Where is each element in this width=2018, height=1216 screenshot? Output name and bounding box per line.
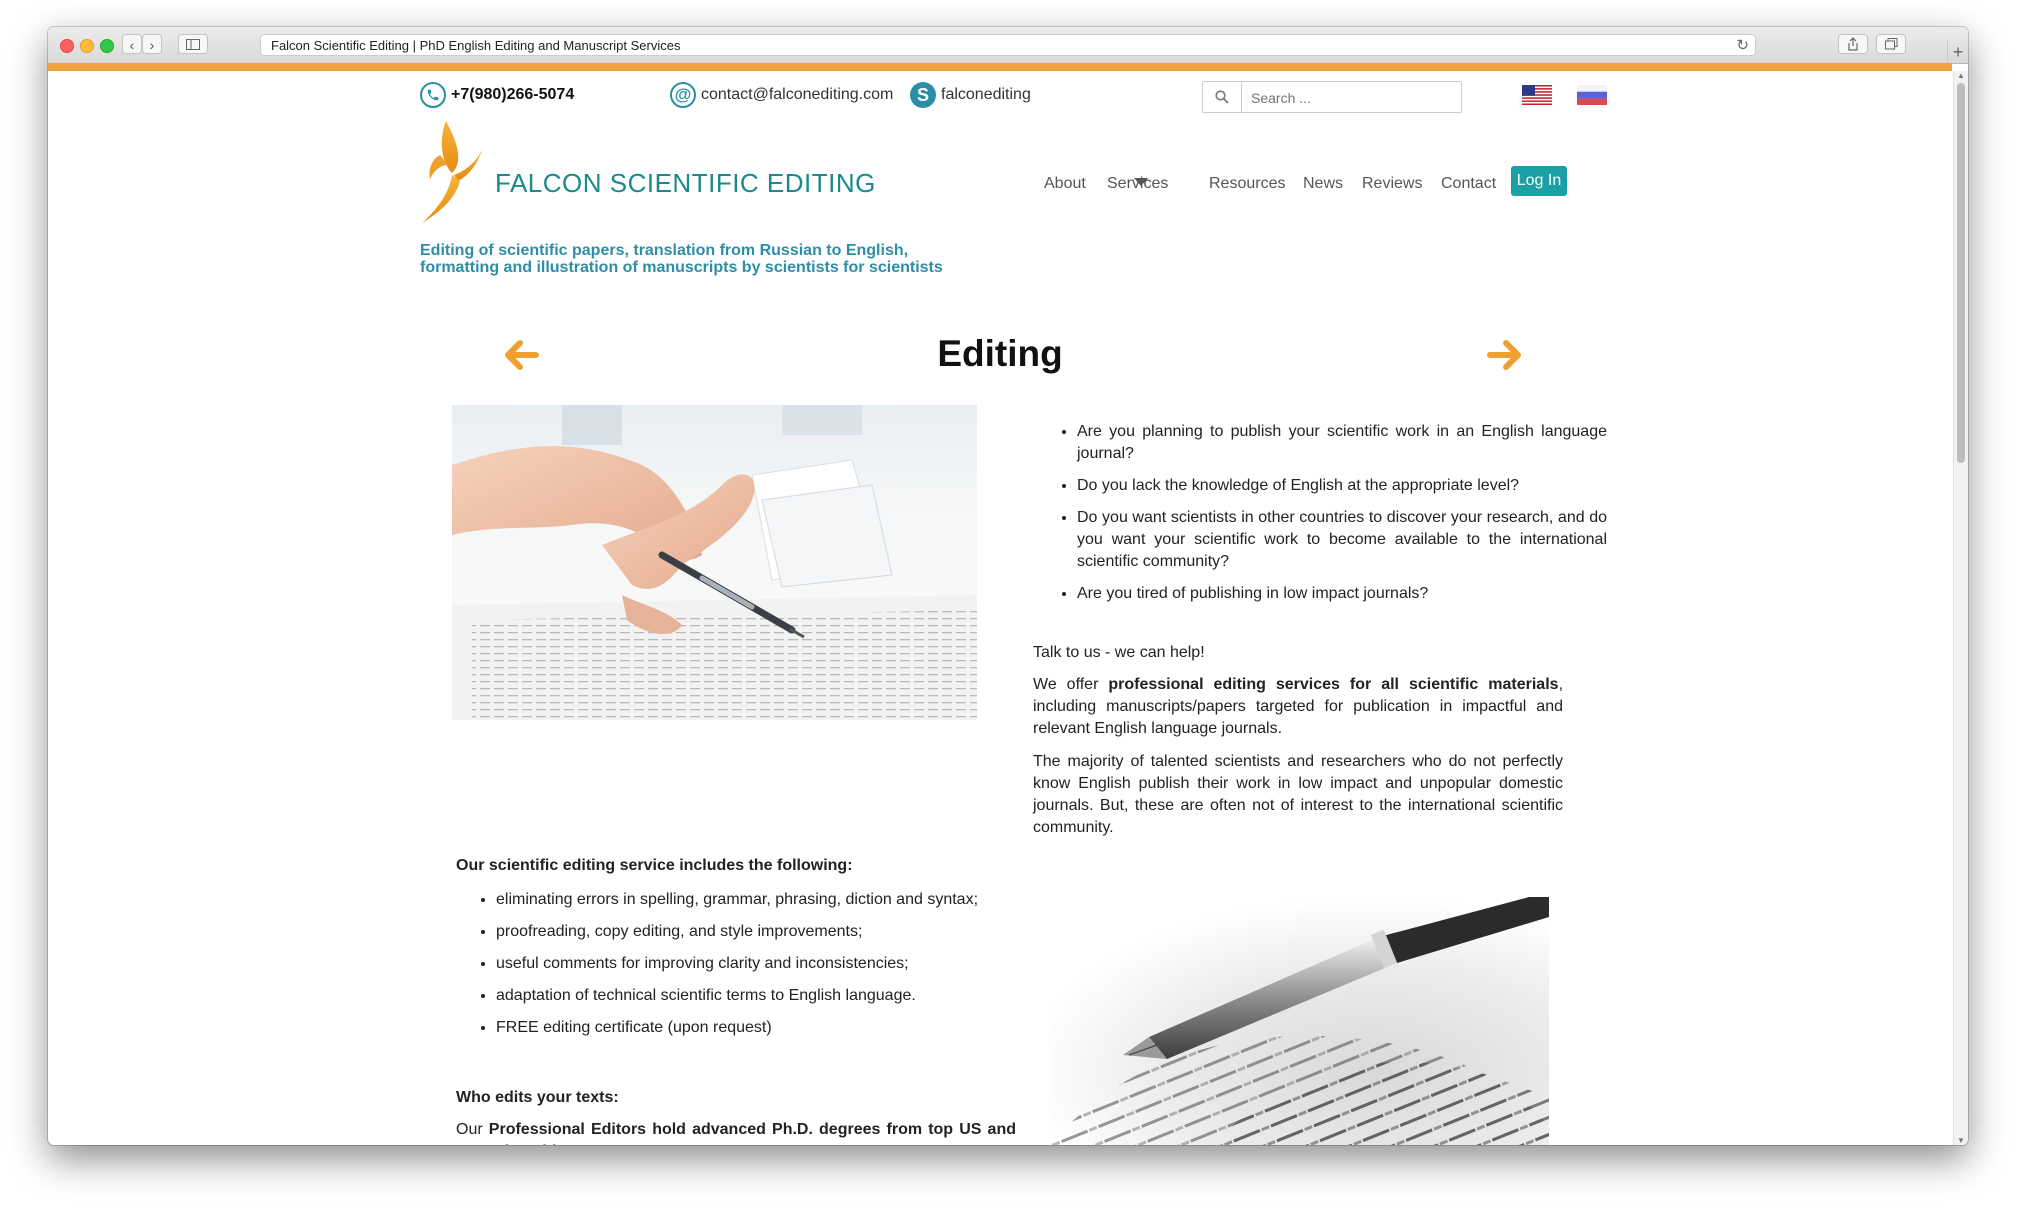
services-caret-icon[interactable] [1134,178,1148,186]
who-heading: Who edits your texts: [456,1089,619,1106]
share-icon [1848,37,1858,51]
address-bar[interactable]: Falcon Scientific Editing | PhD English … [260,34,1756,56]
sidebar-icon [186,39,200,50]
english-language-button[interactable] [1522,85,1552,105]
includes-item: FREE editing certificate (upon request) [496,1017,1056,1039]
share-button[interactable] [1838,34,1868,54]
phone-number: +7(980)266-5074 [451,86,575,103]
browser-toolbar: ‹ › Falcon Scientific Editing | PhD Engl… [48,27,1968,64]
reload-icon[interactable]: ↻ [1736,36,1749,54]
close-window-button[interactable] [60,39,74,53]
nav-resources[interactable]: Resources [1209,175,1285,193]
skype-name: falconediting [941,86,1031,103]
at-icon: @ [670,82,696,108]
back-button[interactable]: ‹ [122,34,142,54]
includes-item: useful comments for improving clarity an… [496,953,1056,975]
question-item: Do you want scientists in other countrie… [1077,507,1607,573]
zoom-window-button[interactable] [100,39,114,53]
phone-icon [420,82,446,108]
search-input[interactable] [1249,87,1453,109]
browser-window: ‹ › Falcon Scientific Editing | PhD Engl… [48,27,1968,1145]
includes-heading: Our scientific editing service includes … [456,857,853,874]
arrow-right-icon[interactable] [1486,335,1526,375]
skype-contact[interactable]: S falconediting [910,82,1031,108]
question-item: Are you planning to publish your scienti… [1077,421,1607,465]
includes-item: eliminating errors in spelling, grammar,… [496,889,1056,911]
search-button[interactable] [1203,82,1242,112]
who-text-bold: Professional Editors hold advanced Ph.D.… [456,1121,1016,1145]
fountain-pen-image [1049,897,1549,1145]
who-text-a: Our [456,1121,489,1138]
sidebar-toggle-button[interactable] [178,34,208,54]
help-text: Talk to us - we can help! [1033,644,1205,661]
nav-about[interactable]: About [1044,175,1086,193]
skype-icon: S [910,82,936,108]
scrollbar[interactable]: ▲ ▼ [1953,71,1968,1145]
offer-text-a: We offer [1033,676,1109,693]
includes-item: proofreading, copy editing, and style im… [496,921,1056,943]
scroll-up-icon[interactable]: ▲ [1954,71,1968,80]
nav-reviews[interactable]: Reviews [1362,175,1422,193]
falcon-logo[interactable] [418,119,488,229]
phone-contact[interactable]: +7(980)266-5074 [420,82,574,108]
page-tab-title: Falcon Scientific Editing | PhD English … [271,38,681,53]
who-paragraph: Our Professional Editors hold advanced P… [456,1119,1016,1145]
email-address: contact@falconediting.com [701,86,894,103]
tabs-icon [1884,38,1897,50]
webpage: +7(980)266-5074 @ contact@falconediting.… [48,71,1952,1145]
search-box [1202,81,1462,113]
includes-item: adaptation of technical scientific terms… [496,985,1056,1007]
page-title: Editing [937,333,1063,374]
scrollbar-thumb[interactable] [1957,83,1965,463]
nav-news[interactable]: News [1303,175,1343,193]
question-item: Do you lack the knowledge of English at … [1077,475,1607,497]
new-tab-button[interactable]: + [1947,41,1968,63]
russian-language-button[interactable] [1577,85,1607,105]
login-button[interactable]: Log In [1511,166,1567,196]
us-flag-icon [1522,85,1552,105]
question-item: Are you tired of publishing in low impac… [1077,583,1607,605]
nav-contact[interactable]: Contact [1441,175,1496,193]
tabs-overview-button[interactable] [1876,34,1906,54]
brand-name[interactable]: FALCON SCIENTIFIC EDITING [495,168,876,199]
offer-paragraph: We offer professional editing services f… [1033,674,1563,740]
forward-button[interactable]: › [142,34,162,54]
offer-text-bold: professional editing services for all sc… [1108,676,1559,693]
ru-flag-icon [1577,85,1607,105]
search-icon [1215,90,1229,104]
minimize-window-button[interactable] [80,39,94,53]
writing-hand-image [452,405,977,720]
email-contact[interactable]: @ contact@falconediting.com [670,82,893,108]
includes-list: eliminating errors in spelling, grammar,… [456,889,1056,1049]
majority-paragraph: The majority of talented scientists and … [1033,753,1563,836]
scroll-down-icon[interactable]: ▼ [1954,1136,1968,1145]
tagline: Editing of scientific papers, translatio… [420,242,943,276]
accent-bar [48,63,1952,71]
questions-list: Are you planning to publish your scienti… [1033,421,1607,615]
